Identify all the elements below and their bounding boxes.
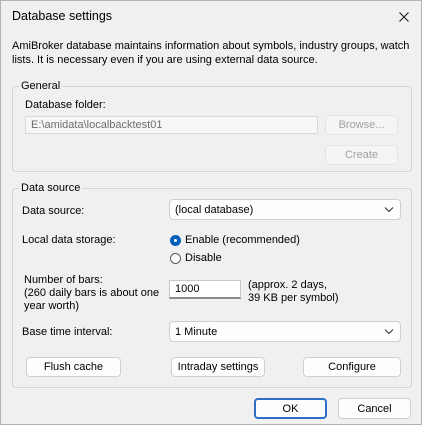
disable-radio[interactable]: Disable [170,252,222,264]
cancel-button[interactable]: Cancel [338,398,411,419]
radio-selected-icon [170,234,181,246]
number-of-bars-hint-line2: year worth) [24,300,80,312]
ok-button[interactable]: OK [254,398,327,419]
bars-note-line2: 39 KB per symbol) [248,292,339,304]
data-source-value: (local database) [175,203,254,216]
data-source-group-title: Data source [19,182,83,194]
number-of-bars-hint-line1: (260 daily bars is about one [24,287,160,299]
intraday-settings-button[interactable]: Intraday settings [171,357,265,377]
close-icon [399,12,409,22]
number-of-bars-input[interactable]: 1000 [169,280,241,299]
window-title: Database settings [12,9,113,23]
disable-radio-label: Disable [185,252,222,264]
bars-note-line1: (approx. 2 days, [248,279,327,291]
browse-button[interactable]: Browse... [325,115,398,135]
number-of-bars-label: Number of bars: [24,274,103,286]
flush-cache-button[interactable]: Flush cache [26,357,121,377]
data-source-dropdown[interactable]: (local database) [169,199,401,220]
local-storage-label: Local data storage: [22,234,116,246]
title-bar: Database settings [1,1,421,33]
chevron-down-icon [384,329,394,335]
radio-unselected-icon [170,252,181,264]
chevron-down-icon [384,207,394,213]
base-time-interval-dropdown[interactable]: 1 Minute [169,321,401,342]
intro-text: AmiBroker database maintains information… [12,40,410,66]
general-group-title: General [19,80,63,92]
base-time-interval-value: 1 Minute [175,325,218,338]
database-folder-label: Database folder: [25,99,106,111]
create-button[interactable]: Create [325,145,398,165]
base-time-interval-label: Base time interval: [22,326,113,338]
enable-radio-label: Enable (recommended) [185,234,300,246]
database-folder-field[interactable]: E:\amidata\localbacktest01 [25,116,318,134]
database-settings-dialog: Database settings AmiBroker database mai… [0,0,422,425]
data-source-label: Data source: [22,205,85,217]
close-button[interactable] [387,1,421,33]
enable-radio[interactable]: Enable (recommended) [170,234,300,246]
configure-button[interactable]: Configure [303,357,401,377]
